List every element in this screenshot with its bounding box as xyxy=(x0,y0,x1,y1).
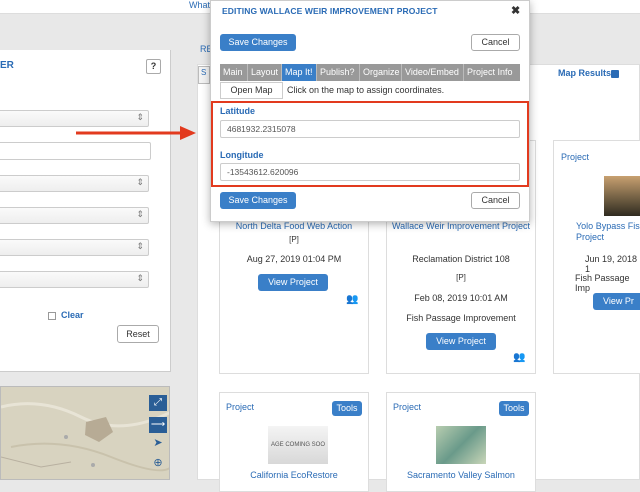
card-date: Feb 08, 2019 10:01 AM xyxy=(414,293,508,303)
card-title[interactable]: Wallace Weir Improvement Project xyxy=(386,221,536,232)
team-icon: 👥 xyxy=(346,294,359,305)
cursor-icon[interactable]: ➤ xyxy=(149,435,167,451)
view-project-button[interactable]: View Project xyxy=(426,333,496,350)
tab-organize[interactable]: Organize xyxy=(360,64,402,81)
open-map-button[interactable]: Open Map xyxy=(220,82,283,99)
view-project-button[interactable]: View Project xyxy=(258,274,328,291)
card-category: Fish Passage Imp xyxy=(575,273,630,293)
highlight-box xyxy=(211,101,529,187)
filter-select[interactable]: ⇕ xyxy=(0,175,149,192)
cancel-button-top[interactable]: Cancel xyxy=(471,34,520,51)
overview-map[interactable]: ⤢ ⟶ ➤ ⊕ xyxy=(0,386,170,480)
pan-arrow-icon[interactable]: ⟶ xyxy=(149,417,167,433)
card-category: Fish Passage Improvement xyxy=(406,313,516,323)
filter-text-input[interactable] xyxy=(0,142,151,160)
filter-select[interactable]: ⇕ xyxy=(0,207,149,224)
tab-publish[interactable]: Publish? xyxy=(317,64,360,81)
cancel-button-bottom[interactable]: Cancel xyxy=(471,192,520,209)
card-image-placeholder: AGE COMING SOO xyxy=(268,426,328,464)
tab-project-info[interactable]: Project Info xyxy=(464,64,520,81)
map-results-checkbox[interactable] xyxy=(611,70,619,78)
card-label: Project xyxy=(226,402,255,412)
card-org: Reclamation District 108 xyxy=(412,254,510,264)
map-results-label[interactable]: Map Results xyxy=(558,68,611,78)
filter-panel-title: ER xyxy=(0,60,14,71)
close-icon[interactable]: ✖ xyxy=(511,4,520,17)
fullscreen-icon[interactable]: ⤢ xyxy=(149,395,167,411)
card-tag: [P] xyxy=(456,273,466,282)
card-label: Project xyxy=(561,152,590,162)
modal-tabs: Main Layout Map It! Publish? Organize Vi… xyxy=(220,64,520,81)
clear-checkbox[interactable] xyxy=(48,312,56,320)
clear-link[interactable]: Clear xyxy=(61,310,84,320)
save-changes-button-top[interactable]: Save Changes xyxy=(220,34,296,51)
card-label: Project xyxy=(393,402,422,412)
filter-select[interactable]: ⇕ xyxy=(0,239,149,256)
card-date: Jun 19, 2018 1 xyxy=(585,254,638,274)
card-title[interactable]: Sacramento Valley Salmon xyxy=(386,470,536,481)
reset-button[interactable]: Reset xyxy=(117,325,159,343)
tools-button[interactable]: Tools xyxy=(332,401,362,416)
card-date: Aug 27, 2019 01:04 PM xyxy=(246,254,342,264)
card-title[interactable]: North Delta Food Web Action xyxy=(219,221,369,232)
card-title[interactable]: Yolo Bypass Fish Project xyxy=(568,221,640,243)
team-icon: 👥 xyxy=(513,352,526,363)
placeholder-text: AGE COMING SOO xyxy=(270,442,325,448)
save-changes-button-bottom[interactable]: Save Changes xyxy=(220,192,296,209)
filter-select[interactable]: ⇕ xyxy=(0,110,149,127)
modal-title: EDITING WALLACE WEIR IMPROVEMENT PROJECT xyxy=(222,6,438,16)
filter-select[interactable]: ⇕ xyxy=(0,271,149,288)
top-nav-link[interactable]: What xyxy=(189,0,210,10)
results-tab[interactable]: S xyxy=(198,66,210,84)
card-title[interactable]: California EcoRestore xyxy=(219,470,369,481)
tab-main[interactable]: Main xyxy=(220,64,248,81)
card-image-map xyxy=(436,426,486,464)
annotation-arrow-icon xyxy=(76,126,196,140)
card-tag: [P] xyxy=(289,235,299,244)
tab-layout[interactable]: Layout xyxy=(248,64,282,81)
card-image xyxy=(604,176,640,216)
tab-map-it[interactable]: Map It! xyxy=(282,64,317,81)
view-project-button[interactable]: View Pr xyxy=(593,293,640,310)
map-terrain xyxy=(1,387,169,479)
results-tab-label: S xyxy=(201,68,207,77)
tab-video-embed[interactable]: Video/Embed xyxy=(402,64,464,81)
tools-button[interactable]: Tools xyxy=(499,401,529,416)
map-hint-text: Click on the map to assign coordinates. xyxy=(287,85,445,95)
help-button[interactable]: ? xyxy=(146,59,161,74)
zoom-in-icon[interactable]: ⊕ xyxy=(149,455,167,471)
